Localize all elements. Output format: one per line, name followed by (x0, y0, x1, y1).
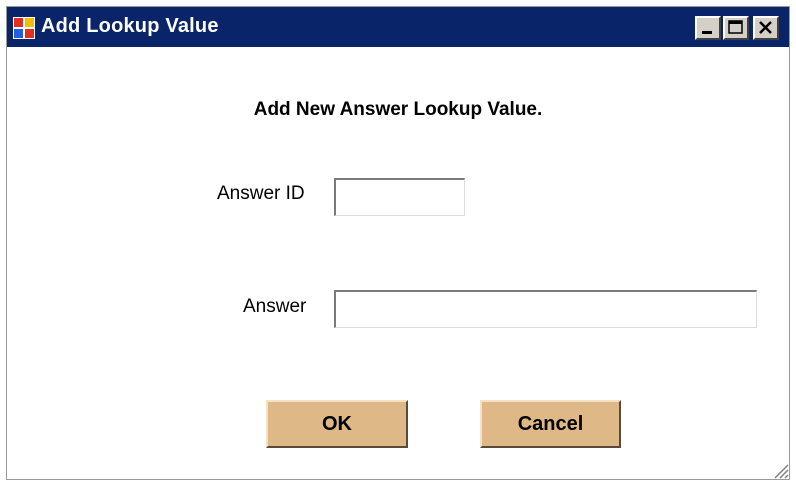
maximize-icon (728, 20, 743, 34)
answer-input[interactable] (334, 290, 757, 328)
answer-label: Answer (243, 296, 307, 317)
cancel-button[interactable]: Cancel (480, 400, 621, 448)
answer-id-label: Answer ID (217, 183, 305, 204)
close-button[interactable] (753, 16, 779, 40)
title-bar[interactable]: Add Lookup Value (7, 7, 789, 47)
ok-button[interactable]: OK (266, 400, 408, 448)
dialog-window: Add Lookup Value Add New Answer Lookup V… (6, 6, 790, 480)
minimize-button[interactable] (695, 16, 721, 40)
maximize-button[interactable] (723, 16, 749, 40)
close-icon (759, 21, 772, 34)
answer-id-input[interactable] (334, 178, 465, 216)
app-window-icon (13, 17, 35, 39)
minimize-icon (702, 31, 712, 34)
form-heading: Add New Answer Lookup Value. (253, 99, 543, 120)
window-title: Add Lookup Value (41, 15, 219, 37)
resize-grip-icon[interactable] (769, 459, 789, 479)
dialog-content: Add New Answer Lookup Value. Answer ID A… (7, 47, 789, 479)
